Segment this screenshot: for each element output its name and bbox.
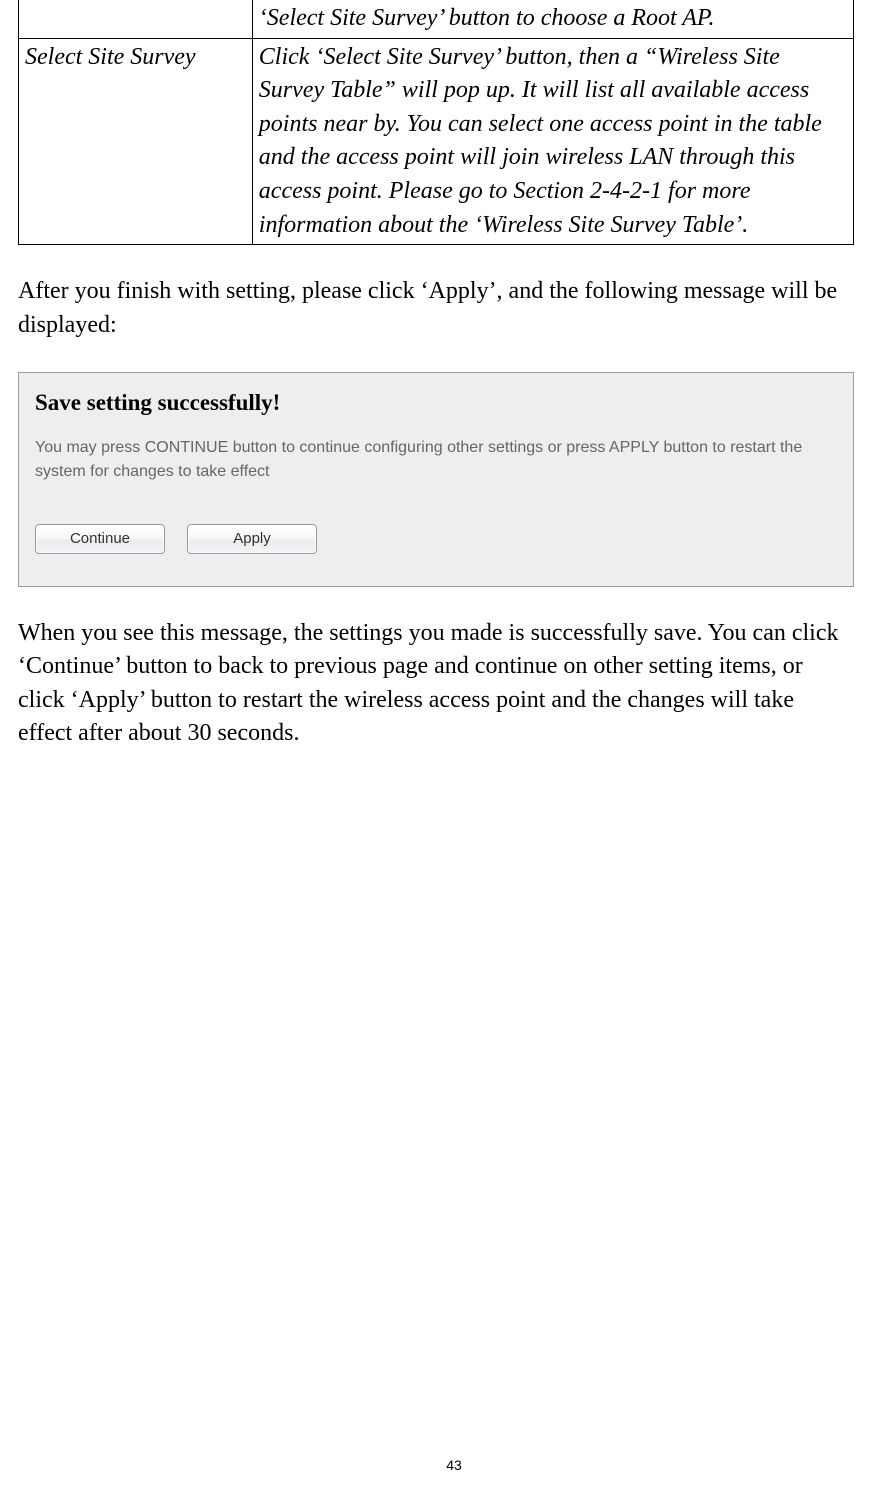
page-number: 43: [18, 1456, 872, 1476]
description-table: ‘Select Site Survey’ button to choose a …: [18, 0, 854, 245]
dialog-message: You may press CONTINUE button to continu…: [35, 436, 837, 484]
apply-button[interactable]: Apply: [187, 524, 317, 554]
save-success-dialog: Save setting successfully! You may press…: [18, 372, 854, 586]
continue-button[interactable]: Continue: [35, 524, 165, 554]
table-cell-empty: [19, 0, 253, 38]
dialog-title: Save setting successfully!: [35, 387, 837, 419]
paragraph-explanation: When you see this message, the settings …: [18, 617, 854, 751]
table-cell-root-ap: ‘Select Site Survey’ button to choose a …: [252, 0, 853, 38]
table-cell-select-site-survey-label: Select Site Survey: [19, 38, 253, 245]
paragraph-apply-instruction: After you finish with setting, please cl…: [18, 275, 854, 342]
dialog-button-row: Continue Apply: [35, 524, 837, 554]
table-cell-select-site-survey-desc: Click ‘Select Site Survey’ button, then …: [252, 38, 853, 245]
